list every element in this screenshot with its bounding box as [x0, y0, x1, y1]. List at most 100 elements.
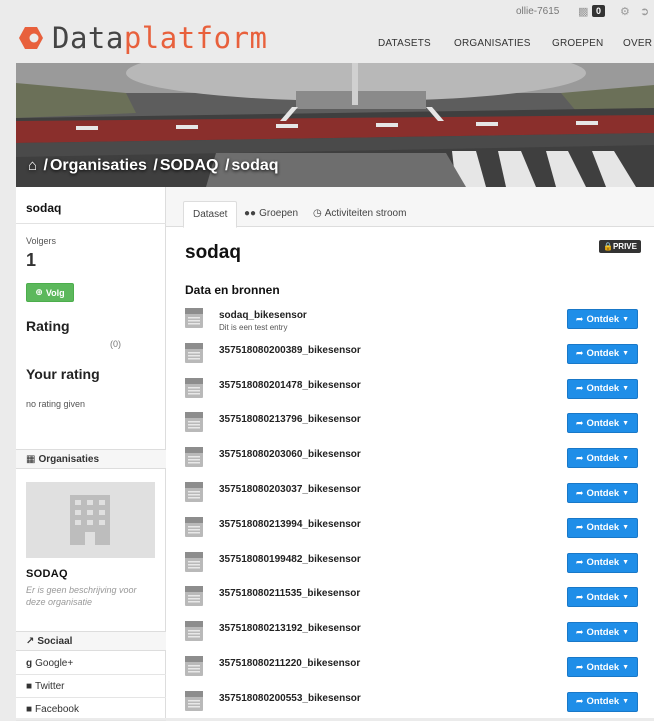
explore-button[interactable]: ➦ Ontdek ▼ — [567, 378, 638, 399]
explore-button[interactable]: ➦ Ontdek ▼ — [567, 343, 638, 364]
dataset-row[interactable]: 357518080201478_bikesensor ➦ Ontdek ▼ — [185, 377, 640, 407]
dataset-row[interactable]: sodaq_bikesensor Dit is een test entry ➦ On… — [185, 307, 640, 337]
social-item-google-plus[interactable]: g Google+ — [16, 653, 166, 675]
dataset-row[interactable]: 357518080203037_bikesensor ➦ Ontdek ▼ — [185, 481, 640, 511]
dataset-name[interactable]: 357518080213796_bikesensor — [219, 414, 361, 425]
main-content: Dataset ●● Groepen ◷ Activiteiten stroom s… — [166, 187, 654, 718]
caret-down-icon: ▼ — [622, 315, 630, 323]
explore-button-label: Ontdek — [586, 696, 620, 708]
dataset-name[interactable]: 357518080199482_bikesensor — [219, 554, 361, 565]
explore-button[interactable]: ➦ Ontdek ▼ — [567, 552, 638, 573]
breadcrumb-item-sodaq[interactable]: sodaq — [231, 157, 278, 174]
explore-button[interactable]: ➦ Ontdek ▼ — [567, 587, 638, 608]
share-icon: ↗ — [26, 636, 35, 647]
tab-dataset[interactable]: Dataset — [183, 201, 238, 228]
data-file-icon — [185, 551, 203, 572]
followers-label: Volgers — [26, 236, 57, 246]
dataset-name[interactable]: 357518080200389_bikesensor — [219, 345, 361, 356]
nav-groepen[interactable]: GROEPEN — [552, 38, 603, 49]
dataset-row[interactable]: 357518080211535_bikesensor ➦ Ontdek ▼ — [185, 585, 640, 615]
explore-button[interactable]: ➦ Ontdek ▼ — [567, 413, 638, 434]
data-file-icon — [185, 482, 203, 502]
explore-button-label: Ontdek — [586, 487, 620, 499]
breadcrumb-separator: / — [224, 157, 230, 174]
dashboard-icon[interactable]: ▩ — [578, 5, 588, 18]
share-arrow-icon: ➦ — [575, 696, 584, 707]
notification-badge[interactable]: 0 — [592, 5, 606, 17]
dataset-row[interactable]: 357518080200389_bikesensor ➦ Ontdek ▼ — [185, 342, 640, 372]
dataset-name[interactable]: 357518080211220_bikesensor — [219, 658, 360, 669]
organisation-image[interactable] — [26, 482, 155, 558]
explore-button-label: Ontdek — [586, 383, 620, 395]
site-logo[interactable]: Dataplatform — [18, 21, 268, 55]
data-file-icon — [185, 516, 203, 537]
page: ollie-7615 ▩ 0 ⚙ ➲ Dataplatform DATASETS… — [0, 0, 654, 721]
explore-button-label: Ontdek — [586, 452, 620, 464]
dataset-row[interactable]: 357518080199482_bikesensor ➦ Ontdek ▼ — [185, 551, 640, 581]
explore-button[interactable]: ➦ Ontdek ▼ — [567, 657, 638, 677]
dataset-name[interactable]: 357518080211535_bikesensor — [219, 588, 360, 599]
social-item-label: Google+ — [35, 658, 74, 669]
share-arrow-icon: ➦ — [575, 626, 584, 637]
sidebar-title: sodaq — [26, 201, 62, 215]
data-file-icon — [185, 621, 203, 642]
dataset-row[interactable]: 357518080211220_bikesensor ➦ Ontdek ▼ — [185, 655, 640, 685]
divider — [16, 223, 166, 224]
tab-groepen[interactable]: ●● Groepen — [235, 201, 307, 227]
dataset-name[interactable]: 357518080203060_bikesensor — [219, 449, 361, 460]
organisation-name[interactable]: SODAQ — [26, 568, 68, 580]
data-file-icon — [185, 656, 203, 676]
dataset-row[interactable]: 357518080213994_bikesensor ➦ Ontdek ▼ — [185, 516, 640, 546]
share-arrow-icon: ➦ — [575, 661, 584, 672]
breadcrumb-item-sodaq-org[interactable]: SODAQ — [160, 157, 219, 174]
explore-button[interactable]: ➦ Ontdek ▼ — [567, 517, 638, 538]
dataset-row[interactable]: 357518080203060_bikesensor ➦ Ontdek ▼ — [185, 446, 640, 476]
users-icon: ●● — [244, 208, 257, 219]
private-badge-label: PRIVE — [612, 242, 637, 251]
nav-organisaties[interactable]: ORGANISATIES — [454, 38, 531, 49]
explore-button[interactable]: ➦ Ontdek ▼ — [567, 622, 638, 643]
dataset-row[interactable]: 357518080213192_bikesensor ➦ Ontdek ▼ — [185, 620, 640, 650]
dataset-name[interactable]: 357518080213994_bikesensor — [219, 519, 361, 530]
user-link[interactable]: ollie-7615 — [516, 6, 559, 17]
dataset-name[interactable]: 357518080200553_bikesensor — [219, 693, 361, 704]
explore-button[interactable]: ➦ Ontdek ▼ — [567, 483, 638, 503]
rating-heading: Rating — [26, 318, 70, 334]
dataset-row[interactable]: 357518080200553_bikesensor ➦ Ontdek ▼ — [185, 690, 640, 720]
social-item-label: Facebook — [35, 704, 79, 715]
twitter-icon: ■ — [26, 681, 33, 692]
organisations-heading-label: Organisaties — [38, 454, 100, 465]
sidebar: sodaq Volgers 1 ⊕ Volg Rating (0) Your r… — [16, 187, 166, 721]
sign-out-icon[interactable]: ➲ — [640, 5, 649, 18]
breadcrumb-separator: / — [153, 157, 158, 174]
tab-groepen-label: Groepen — [259, 208, 299, 219]
home-icon[interactable]: ⌂ — [28, 157, 37, 174]
share-arrow-icon: ➦ — [575, 487, 584, 498]
breadcrumb: ⌂ / Organisaties / SODAQ / sodaq — [28, 157, 281, 175]
tab-activiteiten-stroom[interactable]: ◷ Activiteiten stroom — [304, 201, 415, 227]
breadcrumb-item-organisaties[interactable]: Organisaties — [50, 157, 147, 174]
explore-button[interactable]: ➦ Ontdek ▼ — [567, 691, 638, 712]
dataset-name[interactable]: 357518080203037_bikesensor — [219, 484, 361, 495]
gear-icon[interactable]: ⚙ — [620, 5, 630, 18]
follow-button[interactable]: ⊕ Volg — [26, 283, 74, 302]
dataset-name[interactable]: 357518080201478_bikesensor — [219, 380, 361, 391]
explore-button[interactable]: ➦ Ontdek ▼ — [567, 448, 638, 469]
data-file-icon — [185, 586, 203, 607]
nav-over[interactable]: OVER — [623, 38, 652, 49]
social-item-twitter[interactable]: ■ Twitter — [16, 676, 166, 698]
follow-button-label: Volg — [45, 287, 65, 298]
explore-button[interactable]: ➦ Ontdek ▼ — [567, 309, 638, 329]
caret-down-icon: ▼ — [622, 593, 630, 601]
logo-text-part1: Data — [52, 21, 124, 55]
dataset-name[interactable]: sodaq_bikesensor — [219, 310, 307, 321]
explore-button-label: Ontdek — [586, 522, 620, 534]
dataset-name[interactable]: 357518080213192_bikesensor — [219, 623, 361, 634]
caret-down-icon: ▼ — [622, 419, 630, 427]
explore-button-label: Ontdek — [586, 348, 620, 360]
nav-datasets[interactable]: DATASETS — [378, 38, 431, 49]
dataset-row[interactable]: 357518080213796_bikesensor ➦ Ontdek ▼ — [185, 411, 640, 441]
caret-down-icon: ▼ — [622, 350, 630, 358]
facebook-icon: ■ — [26, 704, 33, 715]
logo-text: Dataplatform — [52, 21, 268, 55]
